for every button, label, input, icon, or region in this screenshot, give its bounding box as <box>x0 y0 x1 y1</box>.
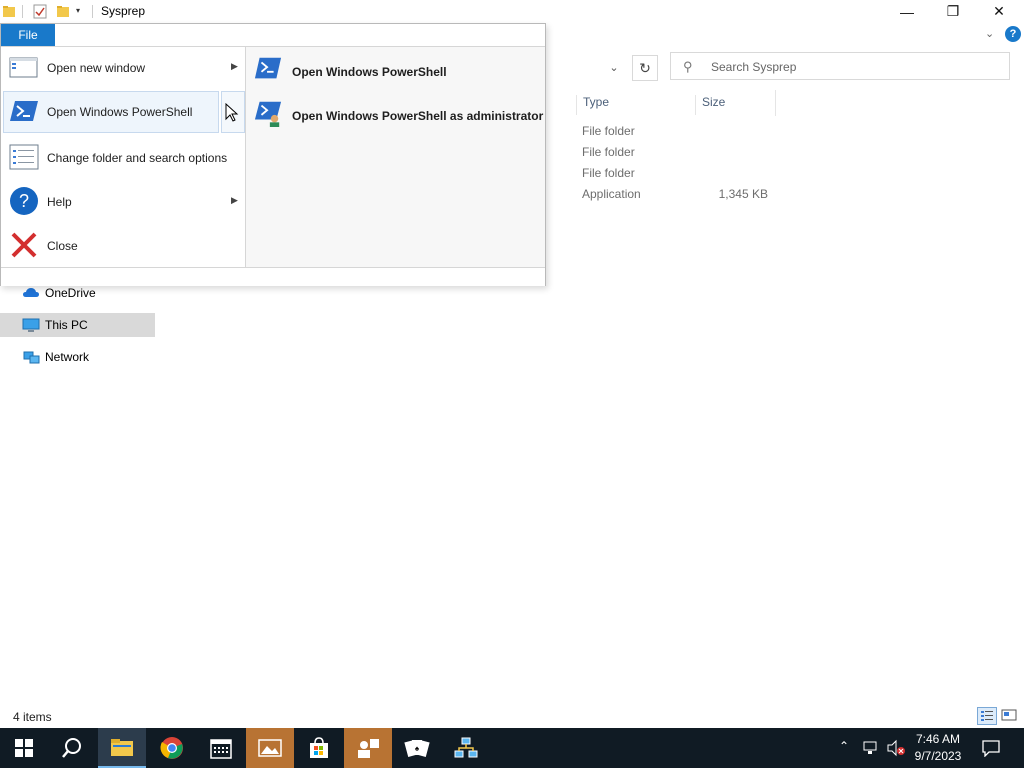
clock-time: 7:46 AM <box>915 732 961 746</box>
mouse-cursor-icon <box>225 103 239 122</box>
file-tab[interactable]: File <box>1 24 55 46</box>
minimize-button[interactable]: — <box>884 0 930 23</box>
file-type-cell[interactable]: File folder <box>582 166 635 180</box>
details-view-button[interactable] <box>977 707 997 725</box>
status-item-count: 4 items <box>13 710 52 724</box>
file-explorer-icon <box>111 739 133 756</box>
column-divider <box>775 90 776 116</box>
search-input[interactable]: ⚲ Search Sysprep <box>670 52 1010 80</box>
solitaire-icon: ♠ <box>404 739 430 758</box>
nav-item-network[interactable]: Network <box>0 345 155 369</box>
computer-icon <box>22 318 40 332</box>
new-folder-icon[interactable] <box>56 4 70 19</box>
nav-item-label: Network <box>45 350 90 364</box>
chrome-icon <box>160 737 183 759</box>
refresh-button[interactable]: ↻ <box>632 55 658 81</box>
powershell-submenu: Open Windows PowerShell Open Windows Pow… <box>246 47 545 267</box>
folder-icon <box>3 6 15 17</box>
people-icon <box>358 739 379 758</box>
show-hidden-icons-button[interactable]: ⌃ <box>839 739 849 753</box>
taskbar-people[interactable] <box>344 728 392 768</box>
taskbar: ♠ ⌃ <box>0 728 1024 768</box>
cloud-icon <box>23 288 39 297</box>
menu-item-folder-options[interactable]: Change folder and search options <box>1 137 245 179</box>
close-icon <box>11 232 37 258</box>
windows-logo-icon <box>15 739 33 757</box>
file-menu-footer <box>1 267 545 286</box>
taskbar-file-explorer[interactable] <box>98 728 146 768</box>
title-bar: ▾ Sysprep — ❐ ✕ <box>0 0 1024 23</box>
submenu-arrow-icon: ▶ <box>231 61 238 71</box>
file-type-cell[interactable]: File folder <box>582 124 635 138</box>
window-title: Sysprep <box>101 4 146 18</box>
new-window-icon <box>9 57 38 78</box>
taskbar-calendar[interactable] <box>197 728 245 768</box>
network-status-icon[interactable] <box>862 740 880 756</box>
folder-options-icon <box>9 144 39 170</box>
search-placeholder: Search Sysprep <box>711 60 797 74</box>
address-dropdown-button[interactable]: ⌄ <box>600 55 628 79</box>
search-icon: ⚲ <box>683 59 693 74</box>
network-app-icon <box>454 737 478 758</box>
menu-item-open-powershell[interactable]: Open Windows PowerShell <box>1 91 245 133</box>
taskbar-network-app[interactable] <box>442 728 490 768</box>
nav-item-this-pc[interactable]: This PC <box>0 313 155 337</box>
submenu-item-label: Open Windows PowerShell <box>292 65 447 79</box>
large-icons-view-icon <box>1001 709 1017 721</box>
submenu-arrow-icon: ▶ <box>231 195 238 205</box>
column-header-type[interactable]: Type <box>576 95 695 115</box>
file-size-cell[interactable]: 1,345 KB <box>700 187 768 201</box>
svg-text:?: ? <box>19 191 29 211</box>
menu-item-label: Open Windows PowerShell <box>47 105 193 119</box>
powershell-icon <box>254 57 282 79</box>
close-window-button[interactable]: ✕ <box>976 0 1022 23</box>
details-view-icon <box>981 711 993 721</box>
file-menu-commands: Open new window ▶ Open Windows PowerShel… <box>1 47 245 267</box>
help-icon[interactable]: ? <box>1005 26 1021 42</box>
menu-item-label: Close <box>47 239 78 253</box>
volume-muted-icon[interactable] <box>886 739 906 757</box>
taskbar-store[interactable] <box>295 728 343 768</box>
refresh-icon: ↻ <box>639 59 651 76</box>
divider <box>22 5 23 18</box>
submenu-item-open-powershell-admin[interactable]: Open Windows PowerShell as administrator <box>246 91 545 131</box>
nav-item-label: OneDrive <box>45 286 96 300</box>
taskbar-solitaire[interactable]: ♠ <box>393 728 441 768</box>
start-button[interactable] <box>0 728 48 768</box>
maximize-button[interactable]: ❐ <box>930 0 976 23</box>
divider <box>92 5 93 18</box>
powershell-admin-icon <box>254 101 282 127</box>
menu-item-close[interactable]: Close <box>1 225 245 267</box>
help-circle-icon: ? <box>10 187 38 215</box>
file-type-cell[interactable]: File folder <box>582 145 635 159</box>
column-header-size[interactable]: Size <box>695 95 776 115</box>
submenu-item-open-powershell[interactable]: Open Windows PowerShell <box>246 47 545 87</box>
calendar-icon <box>210 739 232 759</box>
taskbar-search-button[interactable] <box>48 728 96 768</box>
nav-item-label: This PC <box>45 318 88 332</box>
network-icon <box>23 351 40 364</box>
properties-icon[interactable] <box>33 4 47 19</box>
menu-item-label: Open new window <box>47 61 146 75</box>
menu-item-label: Change folder and search options <box>47 151 228 165</box>
notifications-icon[interactable] <box>981 739 1001 757</box>
file-type-cell[interactable]: Application <box>582 187 641 201</box>
chevron-down-icon[interactable]: ⌄ <box>985 27 994 40</box>
photos-icon <box>258 739 282 757</box>
powershell-icon <box>10 101 38 121</box>
search-icon <box>62 738 81 758</box>
taskbar-clock[interactable]: 7:46 AM 9/7/2023 <box>906 731 970 765</box>
menu-item-help[interactable]: ? Help ▶ <box>1 181 245 223</box>
submenu-item-label: Open Windows PowerShell as administrator <box>292 109 544 123</box>
taskbar-chrome[interactable] <box>148 728 196 768</box>
customize-quick-access-icon[interactable]: ▾ <box>76 6 80 15</box>
large-icons-view-button[interactable] <box>1000 707 1020 725</box>
store-icon <box>310 737 328 758</box>
taskbar-photos[interactable] <box>246 728 294 768</box>
menu-item-label: Help <box>47 195 72 209</box>
clock-date: 9/7/2023 <box>914 749 962 763</box>
menu-item-open-new-window[interactable]: Open new window ▶ <box>1 47 245 89</box>
